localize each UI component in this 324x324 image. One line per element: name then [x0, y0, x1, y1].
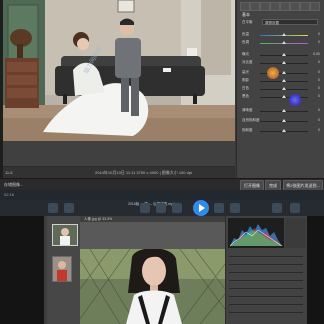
slider-temperature[interactable]: 色温 0: [242, 32, 320, 38]
volume-icon[interactable]: [272, 203, 282, 213]
canvas-background: [3, 141, 235, 166]
slider-clarity[interactable]: 清晰度 0: [242, 108, 320, 114]
slider-knob[interactable]: [282, 87, 286, 90]
filmstrip-thumb-2[interactable]: [52, 256, 72, 282]
video-title: 2016版 ... 课 — 后期修图.mp4: [128, 202, 175, 206]
slider-knob[interactable]: [282, 41, 286, 44]
player-time: 02:16: [4, 192, 15, 197]
wedding-photo-preview[interactable]: 猫力网教程: [3, 0, 235, 141]
tone-curve-tab-icon[interactable]: [260, 2, 270, 11]
portrait-photo-preview[interactable]: [80, 249, 225, 324]
adjust-slider[interactable]: [229, 272, 303, 273]
open-file-icon[interactable]: [48, 203, 58, 213]
slider-knob[interactable]: [282, 71, 286, 74]
histogram-toggle-icon[interactable]: [240, 2, 250, 11]
white-balance-select[interactable]: 原照设置: [262, 19, 318, 25]
adjust-slider[interactable]: [229, 264, 303, 265]
slider-vibrance[interactable]: 自然饱和度 0: [242, 118, 320, 124]
slider-tint[interactable]: 色调 0: [242, 40, 320, 46]
slider-contrast[interactable]: 对比度 0: [242, 60, 320, 66]
letterbox-right: [306, 216, 324, 324]
detail-tab-icon[interactable]: [270, 2, 280, 11]
slider-knob[interactable]: [282, 79, 286, 82]
slider-knob[interactable]: [282, 61, 286, 64]
effects-tab-icon[interactable]: [310, 2, 320, 11]
fullscreen-icon[interactable]: [290, 203, 300, 213]
rewind-icon[interactable]: [156, 203, 166, 213]
save-image-link[interactable]: 存储图像...: [4, 182, 23, 188]
slider-whites[interactable]: 白色 0: [242, 86, 320, 92]
split-toning-tab-icon[interactable]: [290, 2, 300, 11]
slider-highlights[interactable]: 高光 0: [242, 70, 320, 76]
prev-icon[interactable]: [140, 203, 150, 213]
play-button[interactable]: [193, 200, 209, 216]
forward-icon[interactable]: [214, 203, 224, 213]
slider-shadows[interactable]: 阴影 0: [242, 78, 320, 84]
lens-tab-icon[interactable]: [300, 2, 310, 11]
next-icon[interactable]: [230, 203, 240, 213]
adjust-slider[interactable]: [229, 280, 303, 281]
cursor-highlight-icon: [267, 67, 279, 79]
ps-tools-panel: [285, 218, 306, 248]
histogram: [228, 218, 284, 248]
slider-blacks[interactable]: 黑色 0: [242, 94, 320, 100]
adjust-slider[interactable]: [229, 304, 303, 305]
cursor-highlight-icon: [289, 94, 301, 106]
slider-knob[interactable]: [282, 109, 286, 112]
slider-knob[interactable]: [282, 53, 286, 56]
white-balance-label: 白平衡: [242, 20, 253, 24]
document-tab[interactable]: 人像.jpg @ 33.3%: [80, 216, 225, 222]
slider-saturation[interactable]: 饱和度 0: [242, 128, 320, 134]
filmstrip-thumb-1[interactable]: [52, 224, 78, 246]
adjust-slider[interactable]: [229, 312, 303, 313]
slider-knob[interactable]: [282, 33, 286, 36]
zoom-readout[interactable]: 11.6: [5, 170, 13, 175]
basic-tab-icon[interactable]: [250, 2, 260, 11]
panel-title: 基本: [242, 12, 250, 17]
letterbox-left: [0, 216, 44, 324]
image-info: 2014年10月10日 11:11 3700 x 4000 | 图像大小 100…: [95, 170, 192, 175]
adjust-slider[interactable]: [229, 296, 303, 297]
slider-knob[interactable]: [282, 119, 286, 122]
adjust-slider[interactable]: [229, 288, 303, 289]
adjust-slider[interactable]: [229, 256, 303, 257]
stop-icon[interactable]: [172, 203, 182, 213]
slider-knob[interactable]: [282, 95, 286, 98]
slider-knob[interactable]: [282, 129, 286, 132]
player-title-bar: 02:16: [0, 190, 324, 200]
playlist-icon[interactable]: [64, 203, 74, 213]
slider-exposure[interactable]: 曝光 0.00: [242, 52, 320, 58]
hsl-tab-icon[interactable]: [280, 2, 290, 11]
